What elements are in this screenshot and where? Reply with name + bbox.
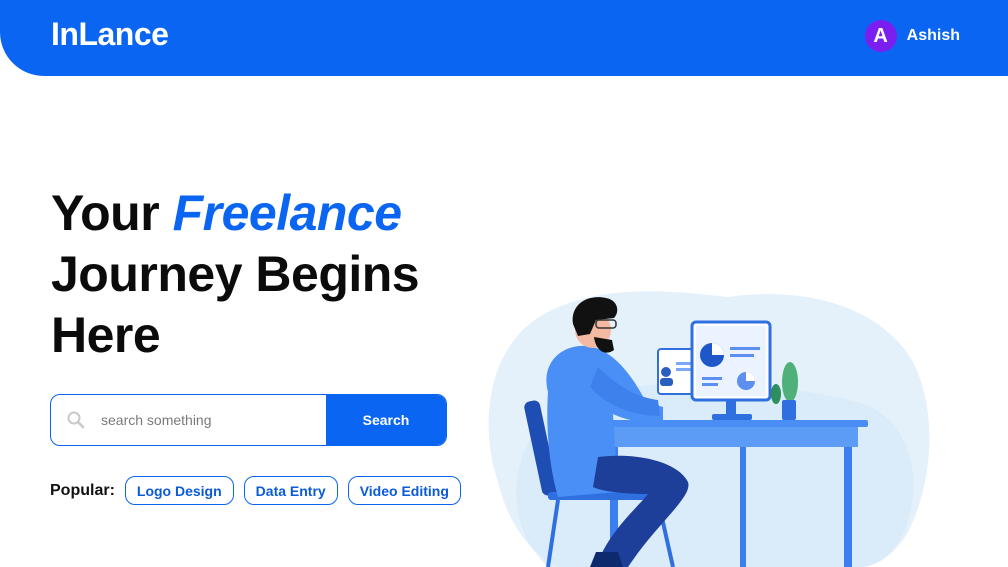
search-icon — [51, 395, 93, 445]
avatar[interactable]: A — [864, 20, 897, 52]
user-menu[interactable]: A Ashish — [864, 20, 960, 52]
hero-title-rest: Journey Begins Here — [51, 246, 420, 363]
search-input[interactable] — [93, 395, 326, 445]
top-navbar: InLance A Ashish — [0, 0, 1008, 76]
username[interactable]: Ashish — [907, 27, 960, 45]
person-icon — [661, 367, 671, 377]
tag-logo-design[interactable]: Logo Design — [124, 476, 234, 505]
hero-title-accent: Freelance — [172, 185, 402, 241]
search-button[interactable]: Search — [326, 395, 446, 445]
brand-logo[interactable]: InLance — [51, 16, 169, 53]
hero-title-prefix: Your — [51, 185, 173, 241]
hero-title: Your Freelance Journey Begins Here — [51, 183, 471, 366]
tag-data-entry[interactable]: Data Entry — [243, 476, 338, 505]
tag-video-editing[interactable]: Video Editing — [347, 476, 461, 505]
hero-illustration — [478, 282, 938, 567]
search-bar: Search — [50, 394, 447, 446]
popular-label: Popular: — [50, 481, 115, 499]
popular-tags: Popular: Logo Design Data Entry Video Ed… — [50, 476, 461, 505]
